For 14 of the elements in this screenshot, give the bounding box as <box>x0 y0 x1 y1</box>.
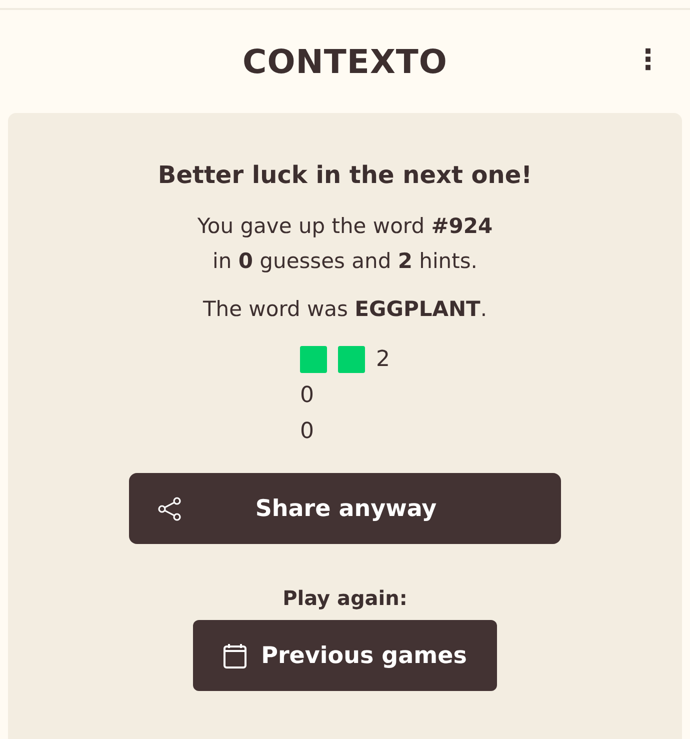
app-title: CONTEXTO <box>242 42 448 81</box>
share-button[interactable]: Share anyway <box>129 473 561 544</box>
calendar-icon <box>223 642 248 668</box>
result-heading: Better luck in the next one! <box>158 161 532 189</box>
summary-text: in 0 guesses and 2 hints. <box>212 248 478 275</box>
guess-count: 0 <box>300 418 314 444</box>
guess-count: 2 <box>376 346 390 372</box>
menu-button[interactable]: ⋮ <box>628 46 668 74</box>
answer-text: The word was EGGPLANT. <box>202 297 488 321</box>
play-again-label: Play again: <box>282 586 408 610</box>
summary-text: You gave up the word #924 <box>197 213 493 240</box>
share-icon <box>157 496 183 522</box>
guess-count: 0 <box>300 382 314 408</box>
previous-games-button[interactable]: Previous games <box>193 620 497 691</box>
